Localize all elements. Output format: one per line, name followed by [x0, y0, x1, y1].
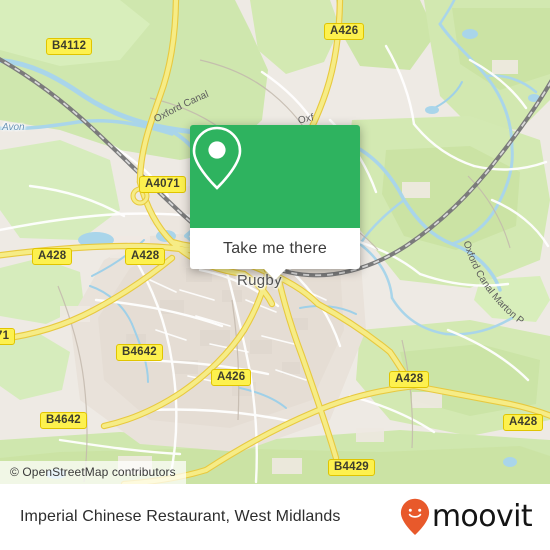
- moovit-smiley-pin-icon: [400, 498, 429, 535]
- take-me-there-label: Take me there: [223, 239, 327, 257]
- road-shield-b4429[interactable]: B4429: [328, 459, 375, 476]
- callout-icon-panel: [190, 125, 360, 228]
- road-shield-b4642-lower[interactable]: B4642: [40, 412, 87, 429]
- moovit-brand[interactable]: moovit: [400, 498, 533, 536]
- road-shield-a428-east-upper[interactable]: A428: [389, 371, 430, 388]
- road-shield-a4071[interactable]: A4071: [139, 176, 186, 193]
- road-shield-b4642-upper[interactable]: B4642: [116, 344, 163, 361]
- moovit-wordmark: moovit: [431, 499, 533, 534]
- road-shield-a428-central[interactable]: A428: [125, 248, 166, 265]
- place-title: Imperial Chinese Restaurant, West Midlan…: [20, 508, 341, 525]
- map-canvas[interactable]: Oxford Canal Oxf Oxford Canal Marton Pou…: [0, 0, 550, 484]
- footer-bar: Imperial Chinese Restaurant, West Midlan…: [0, 484, 550, 550]
- map-attribution[interactable]: © OpenStreetMap contributors: [0, 461, 186, 484]
- callout-pointer: [264, 269, 286, 280]
- road-shield-b4112[interactable]: B4112: [46, 38, 93, 55]
- road-shield-a428-west[interactable]: A428: [32, 248, 73, 265]
- road-shield-71-clipped[interactable]: 71: [0, 328, 16, 345]
- map-pin-icon: [192, 126, 242, 190]
- road-shield-a428-east-lower[interactable]: A428: [503, 414, 544, 431]
- map-page: Oxford Canal Oxf Oxford Canal Marton Pou…: [0, 0, 550, 550]
- callout-action-panel[interactable]: Take me there: [190, 228, 360, 269]
- destination-callout[interactable]: Take me there: [190, 125, 360, 280]
- road-shield-a426-north[interactable]: A426: [324, 23, 365, 40]
- road-shield-a426-south[interactable]: A426: [211, 369, 252, 386]
